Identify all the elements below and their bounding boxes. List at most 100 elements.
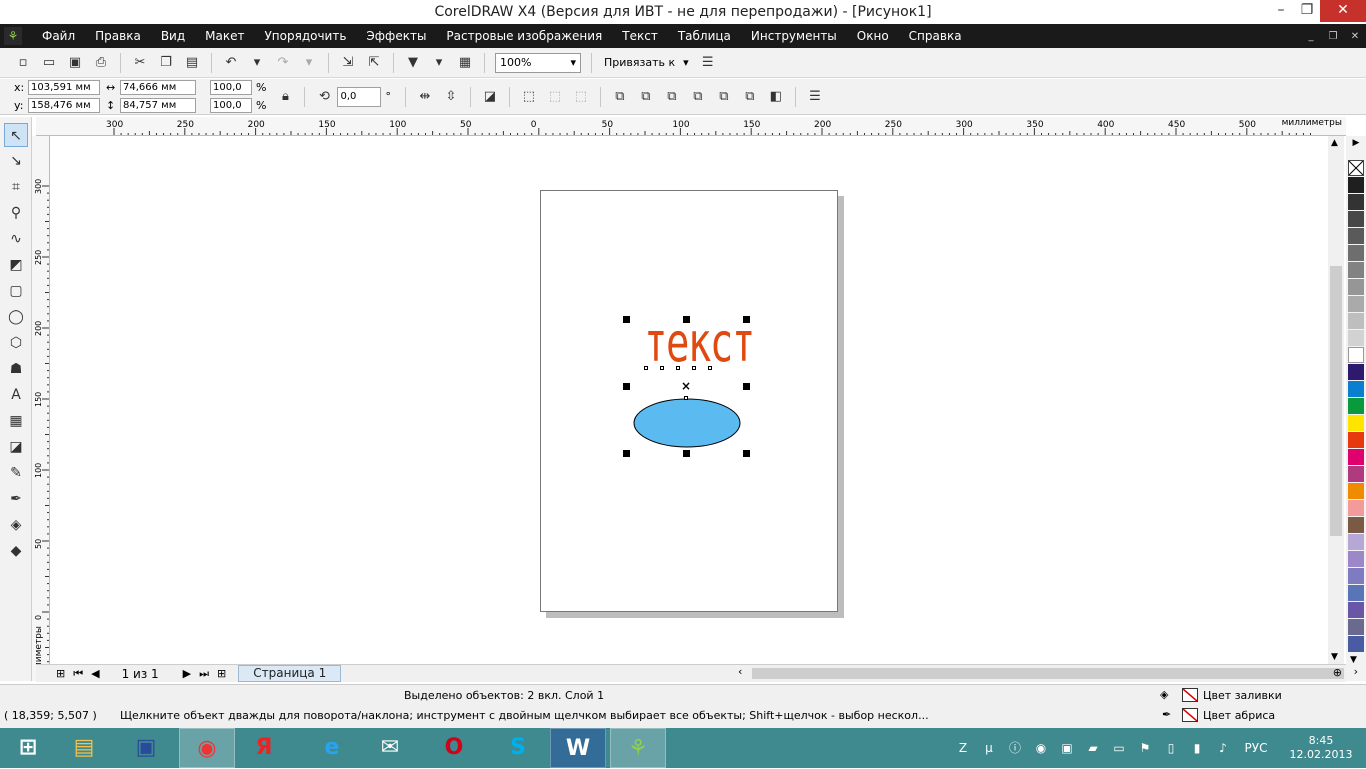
- first-page-icon[interactable]: ⏮: [73, 667, 83, 681]
- palette-swatch[interactable]: [1348, 347, 1364, 363]
- ungroup-all-icon[interactable]: ⬚: [544, 86, 566, 108]
- next-page-icon[interactable]: ▶: [183, 667, 191, 680]
- weld-icon[interactable]: ⧉: [609, 86, 631, 108]
- rectangle-tool-icon[interactable]: ▢: [4, 279, 28, 303]
- cut-icon[interactable]: ✂: [129, 52, 151, 74]
- app-launcher-dropdown-icon[interactable]: ▾: [428, 52, 450, 74]
- start-button-windows-icon[interactable]: ⊞: [0, 728, 56, 768]
- palette-swatch[interactable]: [1348, 500, 1364, 516]
- scale-x-field[interactable]: 100,0: [210, 80, 252, 95]
- selection-handle[interactable]: [683, 316, 690, 323]
- tray-battery-icon[interactable]: ▯: [1161, 738, 1181, 758]
- selection-handle[interactable]: [743, 383, 750, 390]
- height-field[interactable]: 84,757 мм: [120, 98, 196, 113]
- palette-swatch[interactable]: [1348, 568, 1364, 584]
- group-icon[interactable]: ◪: [479, 86, 501, 108]
- menu-edit[interactable]: Правка: [85, 24, 151, 48]
- previous-page-icon[interactable]: ◀: [91, 667, 99, 680]
- y-position-field[interactable]: 158,476 мм: [28, 98, 100, 113]
- palette-swatch[interactable]: [1348, 313, 1364, 329]
- mirror-vertical-icon[interactable]: ⇳: [440, 86, 462, 108]
- save-icon[interactable]: ▣: [64, 52, 86, 74]
- vertical-scroll-thumb[interactable]: [1330, 266, 1342, 536]
- doc-close-icon[interactable]: ✕: [1344, 31, 1366, 42]
- ellipse-object[interactable]: [632, 396, 742, 452]
- tray-volume-icon[interactable]: ♪: [1213, 738, 1233, 758]
- scale-y-field[interactable]: 100,0: [210, 98, 252, 113]
- scroll-up-icon[interactable]: ▲: [1331, 138, 1338, 148]
- palette-swatch[interactable]: [1348, 245, 1364, 261]
- app-launcher-icon[interactable]: ▼: [402, 52, 424, 74]
- no-color-swatch[interactable]: [1348, 160, 1364, 176]
- welcome-screen-icon[interactable]: ▦: [454, 52, 476, 74]
- snap-to-button[interactable]: Привязать к ▾: [598, 56, 695, 69]
- eyedropper-tool-icon[interactable]: ✎: [4, 461, 28, 485]
- horizontal-scroll-thumb[interactable]: [752, 668, 1344, 679]
- palette-swatch[interactable]: [1348, 262, 1364, 278]
- smart-fill-tool-icon[interactable]: ◩: [4, 253, 28, 277]
- last-page-icon[interactable]: ⏭: [199, 667, 209, 681]
- text-node[interactable]: [692, 366, 696, 370]
- interactive-fill-tool-icon[interactable]: ◆: [4, 539, 28, 563]
- close-button[interactable]: ✕: [1320, 0, 1366, 22]
- palette-swatch[interactable]: [1348, 279, 1364, 295]
- ellipse-node[interactable]: [684, 396, 688, 400]
- palette-swatch[interactable]: [1348, 619, 1364, 635]
- selection-handle[interactable]: [623, 316, 630, 323]
- menu-table[interactable]: Таблица: [668, 24, 741, 48]
- menu-view[interactable]: Вид: [151, 24, 195, 48]
- polygon-tool-icon[interactable]: ⬡: [4, 331, 28, 355]
- add-page-before-icon[interactable]: ⊞: [56, 667, 65, 680]
- tray-flag-icon[interactable]: ⚑: [1135, 738, 1155, 758]
- basic-shapes-tool-icon[interactable]: ☗: [4, 357, 28, 381]
- palette-swatch[interactable]: [1348, 364, 1364, 380]
- scroll-left-icon[interactable]: ‹: [738, 665, 742, 678]
- zoom-level-select[interactable]: 100% ▾: [495, 52, 581, 73]
- doc-minimize-icon[interactable]: _: [1300, 31, 1322, 42]
- horizontal-ruler[interactable]: 300 250 200 150 100 50 0 50 100 150 200 250 300 350 40…: [36, 117, 1346, 136]
- palette-swatch[interactable]: [1348, 466, 1364, 482]
- tray-z-icon[interactable]: Z: [953, 738, 973, 758]
- redo-icon[interactable]: ↷: [272, 52, 294, 74]
- palette-swatch[interactable]: [1348, 585, 1364, 601]
- lock-ratio-icon[interactable]: 🔒︎: [274, 86, 296, 108]
- width-field[interactable]: 74,666 мм: [120, 80, 196, 95]
- outline-color-swatch[interactable]: [1182, 708, 1198, 722]
- menu-effects[interactable]: Эффекты: [356, 24, 436, 48]
- fill-tool-icon[interactable]: ◈: [4, 513, 28, 537]
- freehand-tool-icon[interactable]: ∿: [4, 227, 28, 251]
- menu-window[interactable]: Окно: [847, 24, 899, 48]
- export-icon[interactable]: ⇱: [363, 52, 385, 74]
- palette-swatch[interactable]: [1348, 194, 1364, 210]
- palette-swatch[interactable]: [1348, 534, 1364, 550]
- palette-swatch[interactable]: [1348, 211, 1364, 227]
- x-position-field[interactable]: 103,591 мм: [28, 80, 100, 95]
- palette-swatch[interactable]: [1348, 177, 1364, 193]
- floppy-save-icon[interactable]: ▣: [118, 728, 174, 768]
- palette-scroll-down-icon[interactable]: ▼: [1350, 655, 1357, 665]
- palette-swatch[interactable]: [1348, 228, 1364, 244]
- align-distribute-icon[interactable]: ☰: [804, 86, 826, 108]
- import-icon[interactable]: ⇲: [337, 52, 359, 74]
- intersect-icon[interactable]: ⧉: [661, 86, 683, 108]
- scroll-right-icon[interactable]: ›: [1354, 665, 1358, 678]
- ungroup-icon[interactable]: ⬚: [518, 86, 540, 108]
- skype-icon[interactable]: S: [490, 728, 546, 768]
- mail-icon[interactable]: ✉: [362, 728, 418, 768]
- tray-eye-icon[interactable]: ◉: [1031, 738, 1051, 758]
- interactive-blend-tool-icon[interactable]: ◪: [4, 435, 28, 459]
- ellipse-tool-icon[interactable]: ◯: [4, 305, 28, 329]
- scroll-down-icon[interactable]: ▼: [1331, 652, 1338, 662]
- palette-swatch[interactable]: [1348, 517, 1364, 533]
- palette-swatch[interactable]: [1348, 381, 1364, 397]
- undo-icon[interactable]: ↶: [220, 52, 242, 74]
- minimize-button[interactable]: –: [1268, 0, 1294, 22]
- selection-handle[interactable]: [623, 450, 630, 457]
- selection-handle[interactable]: [623, 383, 630, 390]
- selection-handle[interactable]: [683, 450, 690, 457]
- palette-swatch[interactable]: [1348, 398, 1364, 414]
- selection-handle[interactable]: [743, 316, 750, 323]
- palette-swatch[interactable]: [1348, 449, 1364, 465]
- palette-scroll-up-icon[interactable]: ▶: [1346, 136, 1366, 150]
- file-explorer-icon[interactable]: ▤: [56, 728, 112, 768]
